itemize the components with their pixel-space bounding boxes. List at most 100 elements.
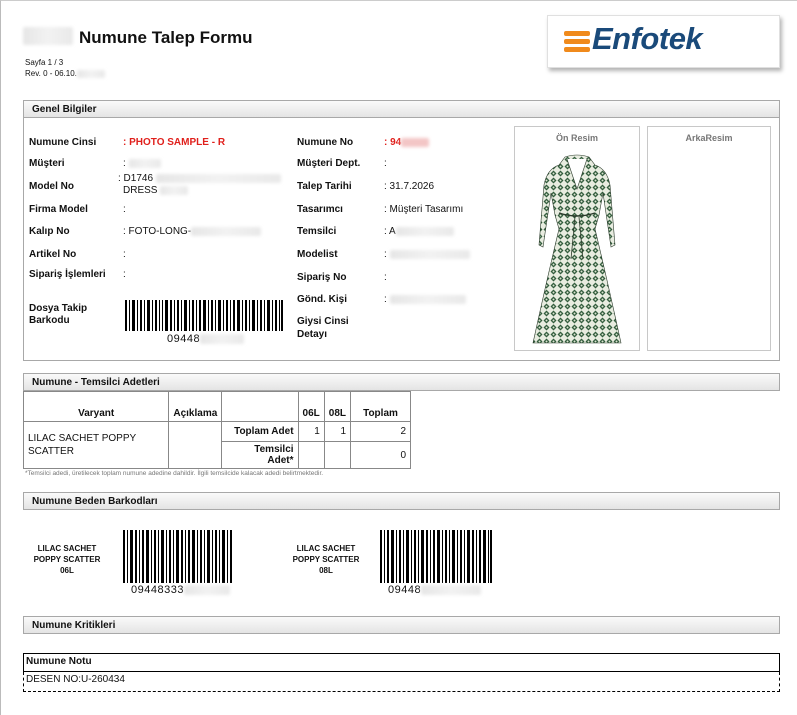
file-barcode-number-text: 09448 xyxy=(167,333,201,345)
label-firma-model: Firma Model xyxy=(29,204,88,215)
barcode-2-line2: POPPY SCATTER xyxy=(292,555,360,564)
label-talep-tarihi: Talep Tarihi xyxy=(297,181,352,192)
label-siparis-islemleri: Sipariş İşlemleri xyxy=(29,269,106,280)
col-blank xyxy=(221,391,299,422)
counts-table: Varyant Açıklama 06L 08L Toplam LILAC SA… xyxy=(22,391,411,469)
value-numune-no: : 94 xyxy=(384,137,430,148)
redacted-block xyxy=(389,249,470,259)
barcode-2-size: 08L xyxy=(319,566,333,575)
cell-toplam-06l: 1 xyxy=(297,421,325,442)
enfotek-logo: Enfotek xyxy=(547,15,780,68)
label-siparis-no: Sipariş No xyxy=(297,272,347,283)
value-musteri-dept: : xyxy=(384,158,387,169)
col-06l: 06L xyxy=(297,391,325,422)
row-label-temsilci-adet: Temsilci Adet* xyxy=(221,441,299,469)
label-modelist: Modelist xyxy=(297,249,338,260)
label-musteri-dept: Müşteri Dept. xyxy=(297,158,361,169)
page-number: Sayfa 1 / 3 xyxy=(25,58,64,67)
value-gond-kisi-text: : xyxy=(384,294,387,305)
front-image-title: Ön Resim xyxy=(555,133,598,143)
value-kalip-no: : FOTO-LONG- xyxy=(123,226,262,237)
section-barcodes-header: Numune Beden Barkodları xyxy=(23,492,780,510)
redacted-block xyxy=(401,137,430,147)
document-page: Numune Talep Formu Sayfa 1 / 3 Rev. 0 - … xyxy=(0,0,797,715)
value-siparis-no: : xyxy=(384,272,387,283)
logo-bars-icon xyxy=(564,27,590,57)
barcode-1-line2: POPPY SCATTER xyxy=(33,555,101,564)
value-firma-model: : xyxy=(123,204,126,215)
value-model-desc: DRESS xyxy=(123,185,158,196)
barcode-2-line1: LILAC SACHET xyxy=(296,544,356,553)
redacted-block xyxy=(421,585,482,596)
row-label-toplam-adet: Toplam Adet xyxy=(221,421,299,442)
counts-table-header-row: Varyant Açıklama 06L 08L Toplam xyxy=(22,391,411,422)
col-08l: 08L xyxy=(323,391,352,422)
label-tasarimci: Tasarımcı xyxy=(297,204,343,215)
front-image-panel: Ön Resim xyxy=(514,126,640,351)
label-temsilci: Temsilci xyxy=(297,226,337,237)
barcode-1-number-text: 09448333 xyxy=(131,584,184,596)
back-image-panel: ArkaResim xyxy=(647,126,771,351)
value-modelist-text: : xyxy=(384,249,387,260)
label-artikel-no: Artikel No xyxy=(29,249,77,260)
value-model-no-text: : D1746 xyxy=(118,173,154,184)
value-musteri: : xyxy=(123,158,161,169)
note-text: DESEN NO:U-260434 xyxy=(23,672,780,692)
col-aciklama: Açıklama xyxy=(168,391,223,422)
redacted-block xyxy=(128,158,161,168)
redacted-block xyxy=(160,185,189,195)
redacted-block xyxy=(155,173,281,183)
barcode-2-number: 09448 xyxy=(388,584,482,596)
redacted-block xyxy=(76,69,105,78)
barcode-1-label: LILAC SACHET POPPY SCATTER 06L xyxy=(27,543,107,576)
section-criticals-header: Numune Kritikleri xyxy=(23,616,780,634)
value-numune-no-text: : 94 xyxy=(384,137,402,148)
redacted-block xyxy=(389,294,466,304)
barcode-1-size: 06L xyxy=(60,566,74,575)
label-numune-no: Numune No xyxy=(297,137,354,148)
label-dosya-takip-barkodu: Dosya Takip Barkodu xyxy=(29,303,88,326)
dress-image xyxy=(532,154,622,344)
barcode-1-number: 09448333 xyxy=(131,584,230,596)
label-numune-cinsi: Numune Cinsi xyxy=(29,137,97,148)
back-image-title: ArkaResim xyxy=(685,133,733,143)
barcode-1-line1: LILAC SACHET xyxy=(37,544,97,553)
value-kalip-no-text: : FOTO-LONG- xyxy=(123,226,192,237)
value-gond-kisi: : xyxy=(384,294,466,305)
value-temsilci: : A xyxy=(384,226,454,237)
barcode-2-number-text: 09448 xyxy=(388,584,422,596)
note-title: Numune Notu xyxy=(23,653,780,672)
redacted-block xyxy=(183,585,230,596)
value-siparis-islemleri: : xyxy=(123,269,126,280)
section-counts-header: Numune - Temsilci Adetleri xyxy=(23,373,780,391)
value-musteri-text: : xyxy=(123,158,126,169)
file-barcode-icon xyxy=(125,300,283,331)
logo-text: Enfotek xyxy=(592,21,703,56)
value-modelist: : xyxy=(384,249,470,260)
cell-temsilci-06l xyxy=(297,441,325,469)
value-temsilci-text: : A xyxy=(384,226,396,237)
label-musteri: Müşteri xyxy=(29,158,65,169)
value-artikel-no: : xyxy=(123,249,126,260)
barcode-1-icon xyxy=(123,530,232,583)
page-title: Numune Talep Formu xyxy=(79,28,253,47)
redacted-block xyxy=(395,226,454,236)
section-general-header: Genel Bilgiler xyxy=(23,100,780,118)
label-giysi-cinsi-detayi: Giysi Cinsi Detayı xyxy=(297,316,349,340)
cell-toplam-total: 2 xyxy=(350,421,411,442)
revision-info: Rev. 0 - 06.10. xyxy=(25,69,105,78)
redacted-logo xyxy=(23,27,73,45)
cell-temsilci-total: 0 xyxy=(350,441,411,469)
redacted-block xyxy=(200,334,245,345)
variant-name: LILAC SACHET POPPY SCATTER xyxy=(22,421,170,469)
file-barcode-number: 09448 xyxy=(167,333,245,345)
barcode-2-icon xyxy=(380,530,492,583)
label-kalip-no: Kalıp No xyxy=(29,226,70,237)
variant-desc xyxy=(168,421,223,469)
value-numune-cinsi: : PHOTO SAMPLE - R xyxy=(123,137,226,148)
revision-text: Rev. 0 - 06.10. xyxy=(25,69,77,78)
cell-toplam-08l: 1 xyxy=(323,421,352,442)
value-tasarimci: : Müşteri Tasarımı xyxy=(384,204,464,215)
col-varyant: Varyant xyxy=(22,391,170,422)
cell-temsilci-08l xyxy=(323,441,352,469)
